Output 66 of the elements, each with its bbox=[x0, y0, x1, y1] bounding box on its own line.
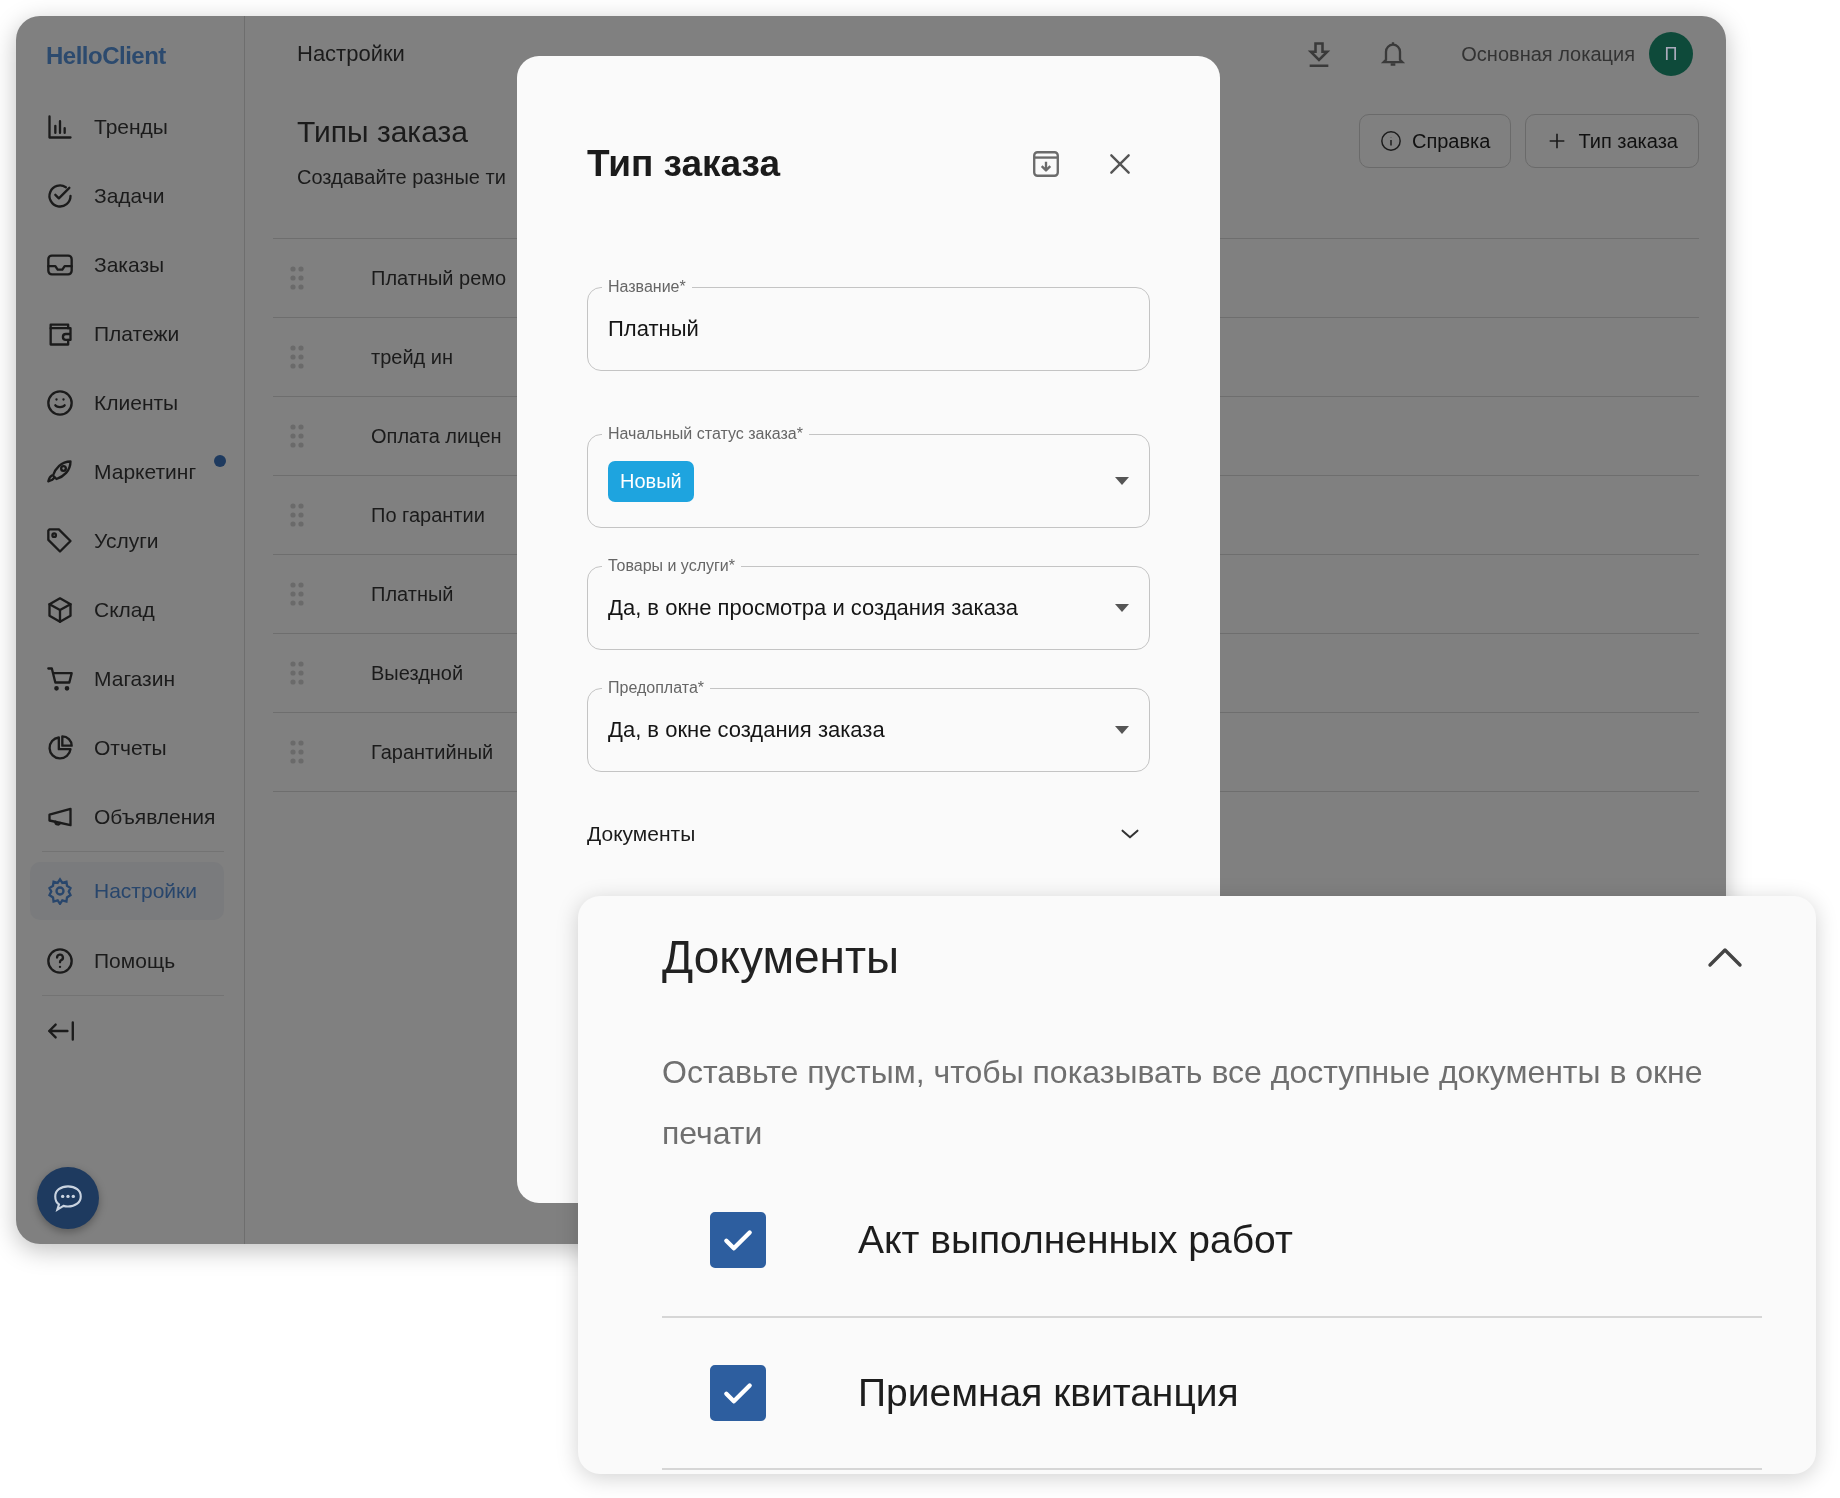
cube-icon bbox=[46, 595, 74, 624]
field-label: Товары и услуги* bbox=[607, 557, 737, 575]
field-value: Да, в окне создания заказа bbox=[607, 717, 886, 743]
order-type-name: трейд ин bbox=[371, 345, 454, 369]
sidebar-item[interactable]: Маркетинг bbox=[30, 437, 224, 506]
document-label: Акт выполненных работ bbox=[858, 1218, 1293, 1262]
order-type-name: Платный bbox=[371, 582, 454, 606]
order-type-name: По гарантии bbox=[371, 503, 485, 527]
help-icon bbox=[46, 946, 74, 975]
sidebar-item[interactable]: Отчеты bbox=[30, 713, 224, 782]
caret-icon bbox=[1115, 477, 1129, 485]
select-field[interactable]: Товары и услуги* Да, в окне просмотра и создания заказа bbox=[587, 557, 1150, 650]
sidebar-item[interactable]: Магазин bbox=[30, 644, 224, 713]
sidebar-item[interactable]: Услуги bbox=[30, 506, 224, 575]
info-icon bbox=[1379, 130, 1402, 152]
section-title: Документы bbox=[662, 930, 901, 984]
document-label: Приемная квитанция bbox=[858, 1371, 1239, 1415]
caret-icon bbox=[1115, 604, 1129, 612]
field-value: Да, в окне просмотра и создания заказа bbox=[607, 595, 1019, 621]
help-button[interactable]: Справка bbox=[1358, 114, 1512, 168]
collapse-icon[interactable] bbox=[46, 1018, 76, 1044]
checkbox[interactable] bbox=[710, 1365, 766, 1421]
select-field[interactable]: Предоплата* Да, в окне создания заказа bbox=[587, 679, 1150, 772]
order-type-name: Оплата лицен bbox=[371, 424, 502, 448]
chevron-up-icon[interactable] bbox=[1707, 946, 1743, 968]
add-button[interactable]: Тип заказа bbox=[1525, 114, 1699, 168]
header-title: Настройки bbox=[297, 41, 406, 67]
checkbox[interactable] bbox=[710, 1212, 766, 1268]
pie-chart-icon bbox=[46, 733, 74, 762]
tag-icon bbox=[46, 526, 74, 555]
cart-icon bbox=[46, 664, 74, 693]
order-type-name: Платный ремо bbox=[371, 266, 507, 290]
sidebar-item[interactable]: Задачи bbox=[30, 161, 224, 230]
chat-button[interactable] bbox=[37, 1167, 99, 1229]
select-field[interactable]: Начальный статус заказа* Новый bbox=[587, 425, 1150, 528]
caret-icon bbox=[1115, 726, 1129, 734]
avatar[interactable]: П bbox=[1649, 32, 1693, 76]
settings-icon bbox=[46, 877, 74, 905]
chart-icon bbox=[46, 112, 74, 141]
chevron-down-icon bbox=[1120, 828, 1140, 840]
sidebar-item[interactable]: Клиенты bbox=[30, 368, 224, 437]
field-label: Начальный статус заказа* bbox=[607, 425, 804, 443]
page-title: Типы заказа bbox=[297, 114, 469, 150]
check-circle-icon bbox=[46, 181, 74, 210]
location-label[interactable]: Основная локация bbox=[1461, 42, 1635, 66]
archive-icon[interactable] bbox=[1031, 149, 1061, 179]
sidebar-item[interactable]: Заказы bbox=[30, 230, 224, 299]
sidebar-item[interactable]: Объявления bbox=[30, 782, 224, 851]
documents-toggle[interactable]: Документы bbox=[587, 822, 1150, 846]
sidebar-item[interactable]: Настройки bbox=[30, 862, 224, 920]
sidebar-item[interactable]: Платежи bbox=[30, 299, 224, 368]
field-label: Предоплата* bbox=[607, 679, 705, 697]
input-field[interactable]: Название* Платный bbox=[587, 278, 1150, 371]
sidebar-item[interactable]: Тренды bbox=[30, 92, 224, 161]
close-icon[interactable] bbox=[1107, 151, 1133, 177]
status-chip: Новый bbox=[608, 460, 694, 502]
hint-text: Оставьте пустым, чтобы показывать все доступные документы в окне печати bbox=[662, 1053, 1704, 1153]
logo: HelloClient bbox=[45, 41, 167, 71]
smile-icon bbox=[46, 388, 74, 417]
order-type-name: Гарантийный bbox=[371, 740, 494, 764]
modal-title: Тип заказа bbox=[587, 143, 782, 185]
sidebar-item[interactable]: Склад bbox=[30, 575, 224, 644]
order-type-name: Выездной bbox=[371, 661, 464, 685]
sidebar-item[interactable]: Помощь bbox=[30, 926, 224, 995]
field-label: Название* bbox=[607, 278, 687, 296]
field-value: Платный bbox=[607, 316, 700, 342]
